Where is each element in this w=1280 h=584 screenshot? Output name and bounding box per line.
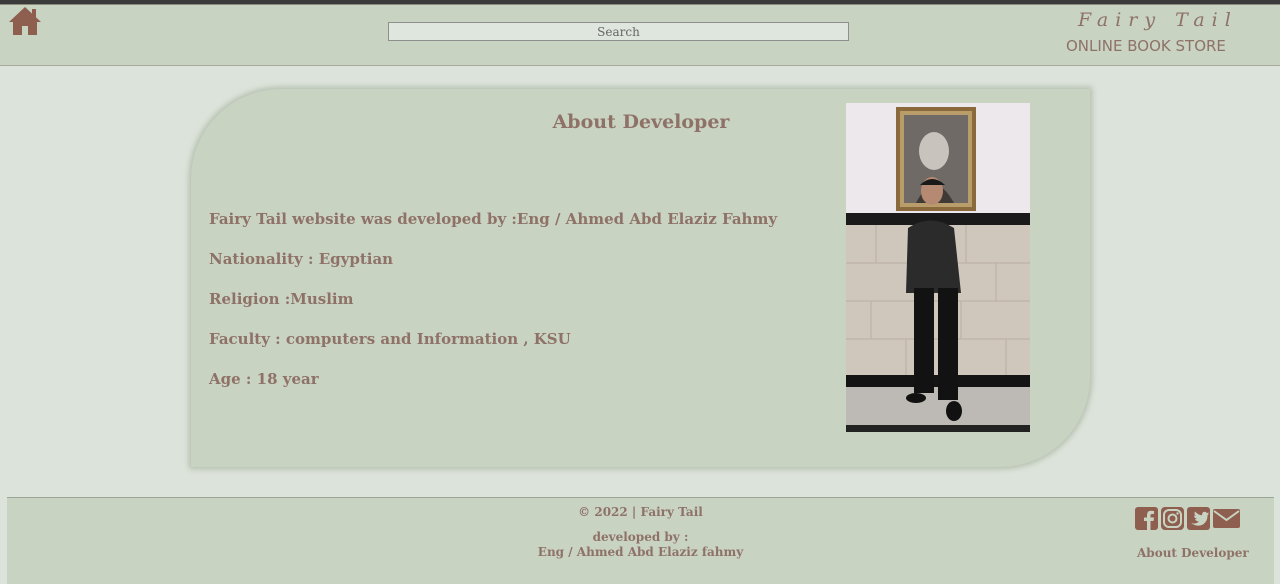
facebook-icon[interactable] xyxy=(1135,507,1158,530)
page-title: About Developer xyxy=(552,111,730,133)
age-line: Age : 18 year xyxy=(209,370,319,388)
nationality-line: Nationality : Egyptian xyxy=(209,250,394,268)
copyright: © 2022 | Fairy Tail xyxy=(578,505,703,519)
about-developer-card: About Developer Fairy Tail website was d… xyxy=(191,89,1090,467)
mail-icon[interactable] xyxy=(1213,507,1240,530)
developer-line: Fairy Tail website was developed by :Eng… xyxy=(209,210,778,228)
faculty-line: Faculty : computers and Information , KS… xyxy=(209,330,571,348)
site-header: Fairy Tail ONLINE BOOK STORE xyxy=(0,4,1280,66)
search-input[interactable] xyxy=(388,22,849,41)
developer-photo xyxy=(846,103,1030,432)
developer-name: Eng / Ahmed Abd Elaziz fahmy xyxy=(537,545,744,559)
developed-by-label: developed by : xyxy=(592,530,689,544)
brand-subtitle: ONLINE BOOK STORE xyxy=(1066,37,1226,55)
developer-info: Fairy Tail website was developed by :Eng… xyxy=(209,209,778,409)
home-icon[interactable] xyxy=(8,6,42,36)
about-developer-link[interactable]: About Developer xyxy=(1137,546,1249,560)
instagram-icon[interactable] xyxy=(1161,507,1184,530)
site-footer: © 2022 | Fairy Tail developed by : Eng /… xyxy=(7,497,1274,584)
twitter-icon[interactable] xyxy=(1187,507,1210,530)
social-links xyxy=(1135,507,1240,531)
brand-title: Fairy Tail xyxy=(1078,9,1238,31)
religion-line: Religion :Muslim xyxy=(209,290,354,308)
